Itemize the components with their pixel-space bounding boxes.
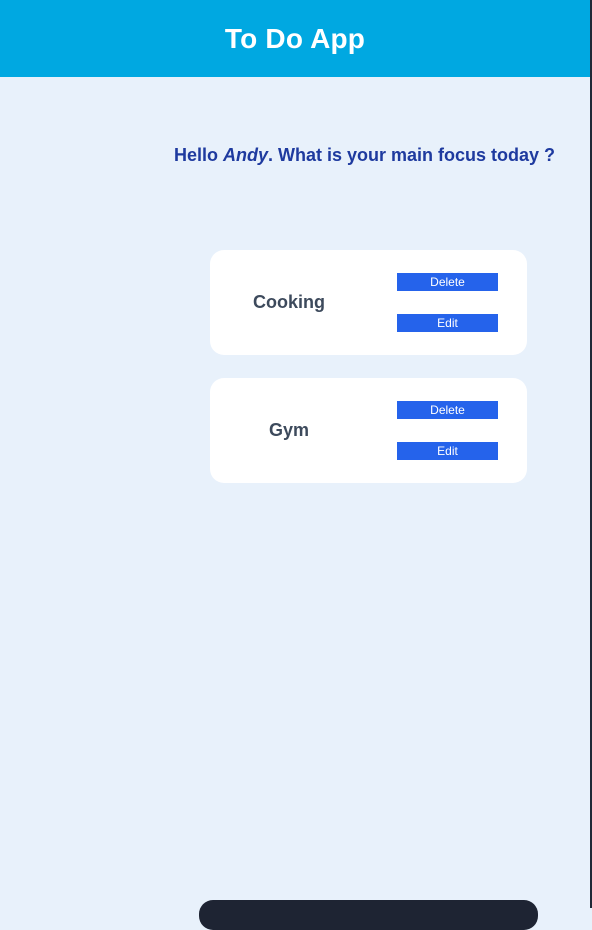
user-name: Andy: [223, 145, 269, 165]
task-title: Cooking: [253, 292, 325, 312]
greeting-prefix: Hello: [174, 145, 224, 165]
app-header: To Do App: [0, 0, 590, 77]
app-title: To Do App: [224, 22, 366, 54]
delete-button[interactable]: Delete: [397, 273, 498, 291]
task-card: Cooking Delete Edit: [210, 250, 527, 355]
edit-button[interactable]: Edit: [397, 314, 498, 332]
bottom-bar: [199, 900, 538, 930]
greeting-message: Hello Andy. What is your main focus toda…: [174, 145, 555, 166]
delete-button[interactable]: Delete: [397, 401, 498, 419]
task-card: Gym Delete Edit: [210, 378, 527, 483]
greeting-suffix: . What is your main focus today ?: [268, 145, 556, 165]
edit-button[interactable]: Edit: [397, 442, 498, 460]
task-title: Gym: [268, 420, 310, 440]
